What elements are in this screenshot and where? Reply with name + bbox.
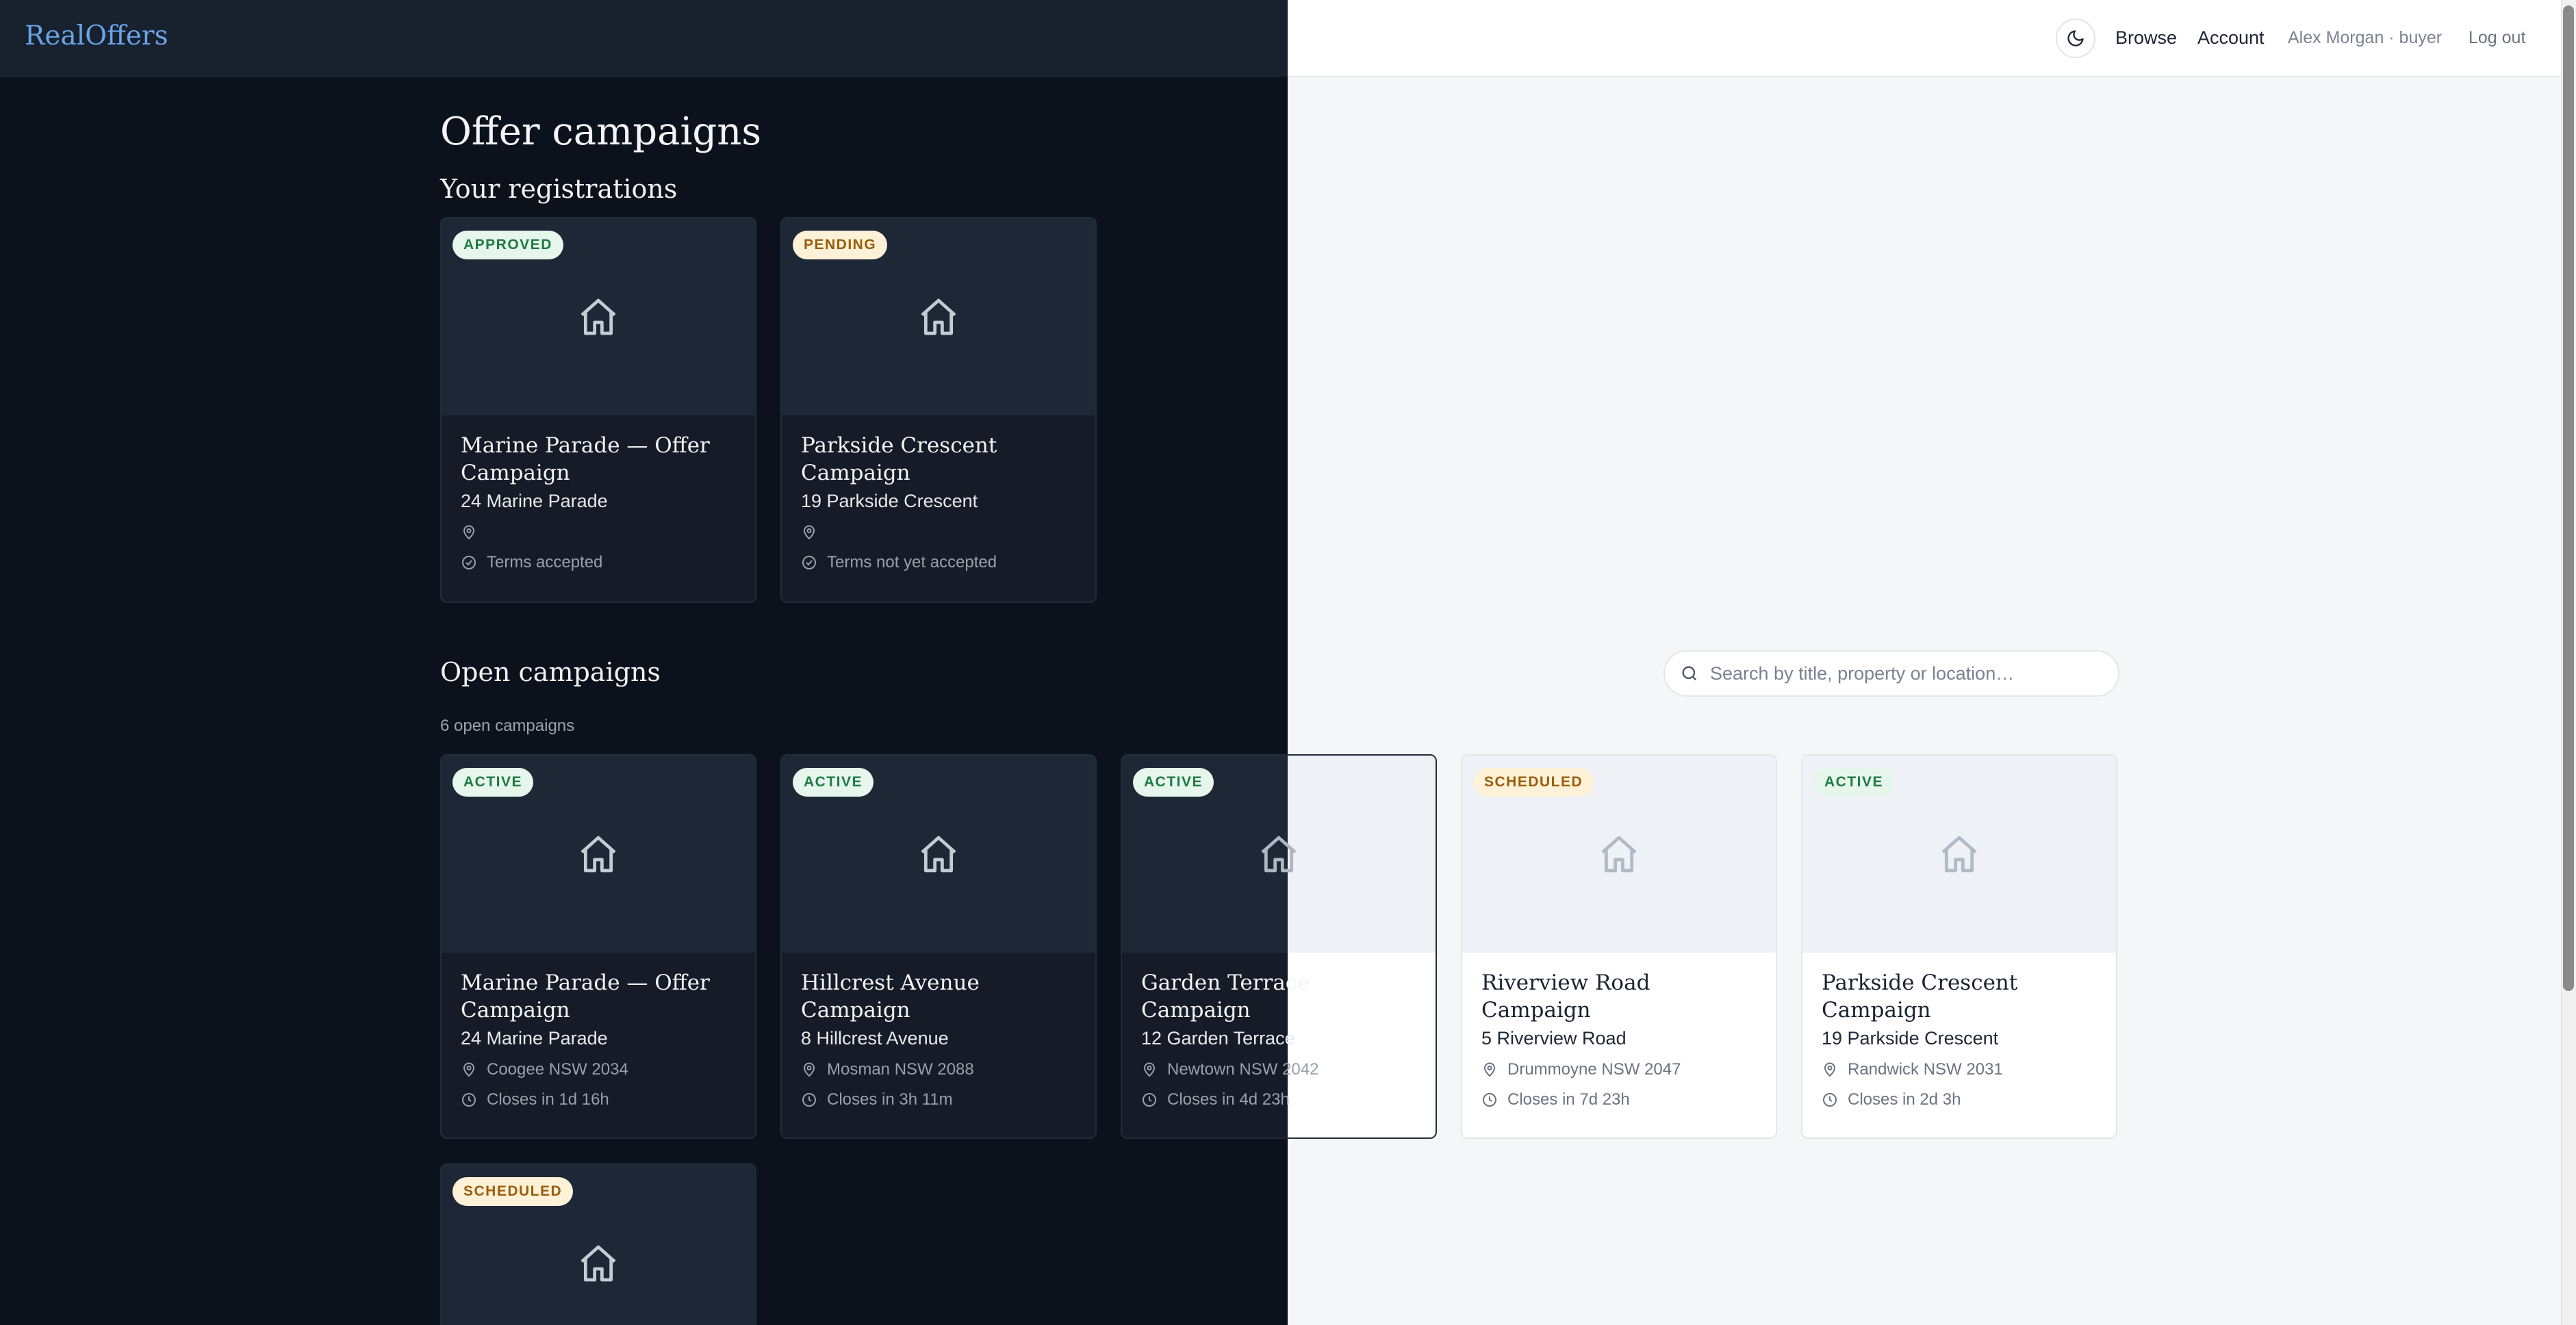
card-title[interactable]: Marine Parade — Offer Campaign: [461, 432, 736, 487]
map-pin-icon: [1143, 1062, 1156, 1077]
campaign-card[interactable]: ACTIVE Garden Terrace Campaign 12 Garden…: [1121, 754, 1437, 1139]
registrations-heading: Your registrations: [440, 174, 678, 204]
card-closes: Closes in 2d 3h: [1822, 1090, 2097, 1109]
campaign-count: 6 open campaigns: [440, 717, 575, 735]
card-location: Coogee NSW 2034: [461, 1060, 736, 1079]
card-title[interactable]: Marine Parade — Offer Campaign: [461, 969, 736, 1024]
clock-icon: [462, 1093, 476, 1107]
clock-icon: [802, 1093, 816, 1107]
logout-link[interactable]: Log out: [2469, 28, 2525, 48]
search-icon: [1682, 666, 1697, 681]
map-pin-icon: [463, 1062, 475, 1077]
status-badge: ACTIVE: [1133, 768, 1214, 797]
house-icon: [581, 836, 616, 873]
clock-icon: [1823, 1093, 1837, 1107]
scrollbar-thumb[interactable]: [2563, 5, 2574, 991]
theme-toggle-button[interactable]: [2056, 18, 2095, 58]
card-address: 8 Hillcrest Avenue: [801, 1028, 949, 1049]
card-terms: Terms not yet accepted: [801, 553, 1076, 572]
card-location: Newtown NSW 2042: [1141, 1060, 1416, 1079]
house-icon: [1261, 836, 1297, 873]
search-bar[interactable]: [1663, 650, 2119, 697]
campaign-card[interactable]: SCHEDULED Riverview Road Campaign 5 Rive…: [1461, 754, 1777, 1139]
search-input[interactable]: [1710, 662, 2093, 684]
card-title[interactable]: Hillcrest Avenue Campaign: [801, 969, 1076, 1024]
card-closes: Closes in 7d 23h: [1481, 1090, 1757, 1109]
card-location: Mosman NSW 2088: [801, 1060, 1076, 1079]
map-pin-icon: [1824, 1062, 1836, 1077]
card-address: 19 Parkside Crescent: [801, 491, 978, 511]
status-badge: SCHEDULED: [452, 1177, 574, 1206]
page-title: Offer campaigns: [440, 110, 762, 154]
card-title[interactable]: Garden Terrace Campaign: [1141, 969, 1416, 1024]
house-icon: [921, 836, 956, 873]
house-icon: [581, 298, 616, 335]
house-icon: [921, 298, 956, 335]
status-badge: SCHEDULED: [1473, 768, 1594, 797]
card-closes: Closes in 4d 23h: [1141, 1090, 1416, 1109]
user-label: Alex Morgan · buyer: [2288, 28, 2443, 47]
campaign-card[interactable]: ACTIVE Marine Parade — Offer Campaign 24…: [440, 754, 756, 1139]
card-terms: Terms accepted: [461, 553, 736, 572]
status-badge: ACTIVE: [793, 768, 874, 797]
campaign-card[interactable]: SCHEDULED: [440, 1163, 756, 1325]
card-address: 12 Garden Terrace: [1141, 1028, 1295, 1049]
registration-card[interactable]: APPROVED Marine Parade — Offer Campaign …: [440, 217, 756, 603]
card-title[interactable]: Parkside Crescent Campaign: [1822, 969, 2097, 1024]
house-icon: [1941, 836, 1977, 873]
nav-browse-link[interactable]: Browse: [2115, 27, 2177, 49]
status-badge: APPROVED: [452, 231, 563, 259]
check-circle-icon: [802, 556, 816, 569]
card-title[interactable]: Parkside Crescent Campaign: [801, 432, 1076, 487]
status-badge: ACTIVE: [452, 768, 534, 797]
card-address: 19 Parkside Crescent: [1822, 1028, 1999, 1049]
house-icon: [1601, 836, 1637, 873]
campaign-card[interactable]: ACTIVE Parkside Crescent Campaign 19 Par…: [1801, 754, 2117, 1139]
house-icon: [581, 1245, 616, 1282]
status-badge: ACTIVE: [1813, 768, 1895, 797]
card-location: Drummoyne NSW 2047: [1481, 1060, 1757, 1079]
nav-account-link[interactable]: Account: [2197, 27, 2265, 49]
card-address: 5 Riverview Road: [1481, 1028, 1627, 1049]
registration-card[interactable]: PENDING Parkside Crescent Campaign 19 Pa…: [780, 217, 1097, 603]
card-address: 24 Marine Parade: [461, 491, 608, 511]
card-closes: Closes in 3h 11m: [801, 1090, 1076, 1109]
card-location: Randwick NSW 2031: [1822, 1060, 2097, 1079]
moon-icon: [2067, 30, 2084, 47]
clock-icon: [1483, 1093, 1496, 1107]
card-address: 24 Marine Parade: [461, 1028, 608, 1049]
top-navigation: RealOffers Browse Account Alex Morgan · …: [0, 0, 2561, 77]
status-badge: PENDING: [793, 231, 888, 259]
open-campaigns-heading: Open campaigns: [440, 657, 661, 687]
map-pin-icon: [803, 525, 815, 540]
map-pin-icon: [1483, 1062, 1496, 1077]
check-circle-icon: [462, 556, 476, 569]
card-location: [801, 523, 1076, 542]
campaign-card[interactable]: ACTIVE Hillcrest Avenue Campaign 8 Hillc…: [780, 754, 1097, 1139]
logo[interactable]: RealOffers: [25, 21, 168, 51]
clock-icon: [1143, 1093, 1156, 1107]
card-closes: Closes in 1d 16h: [461, 1090, 736, 1109]
card-location: [461, 523, 736, 542]
map-pin-icon: [803, 1062, 815, 1077]
map-pin-icon: [463, 525, 475, 540]
card-title[interactable]: Riverview Road Campaign: [1481, 969, 1757, 1024]
